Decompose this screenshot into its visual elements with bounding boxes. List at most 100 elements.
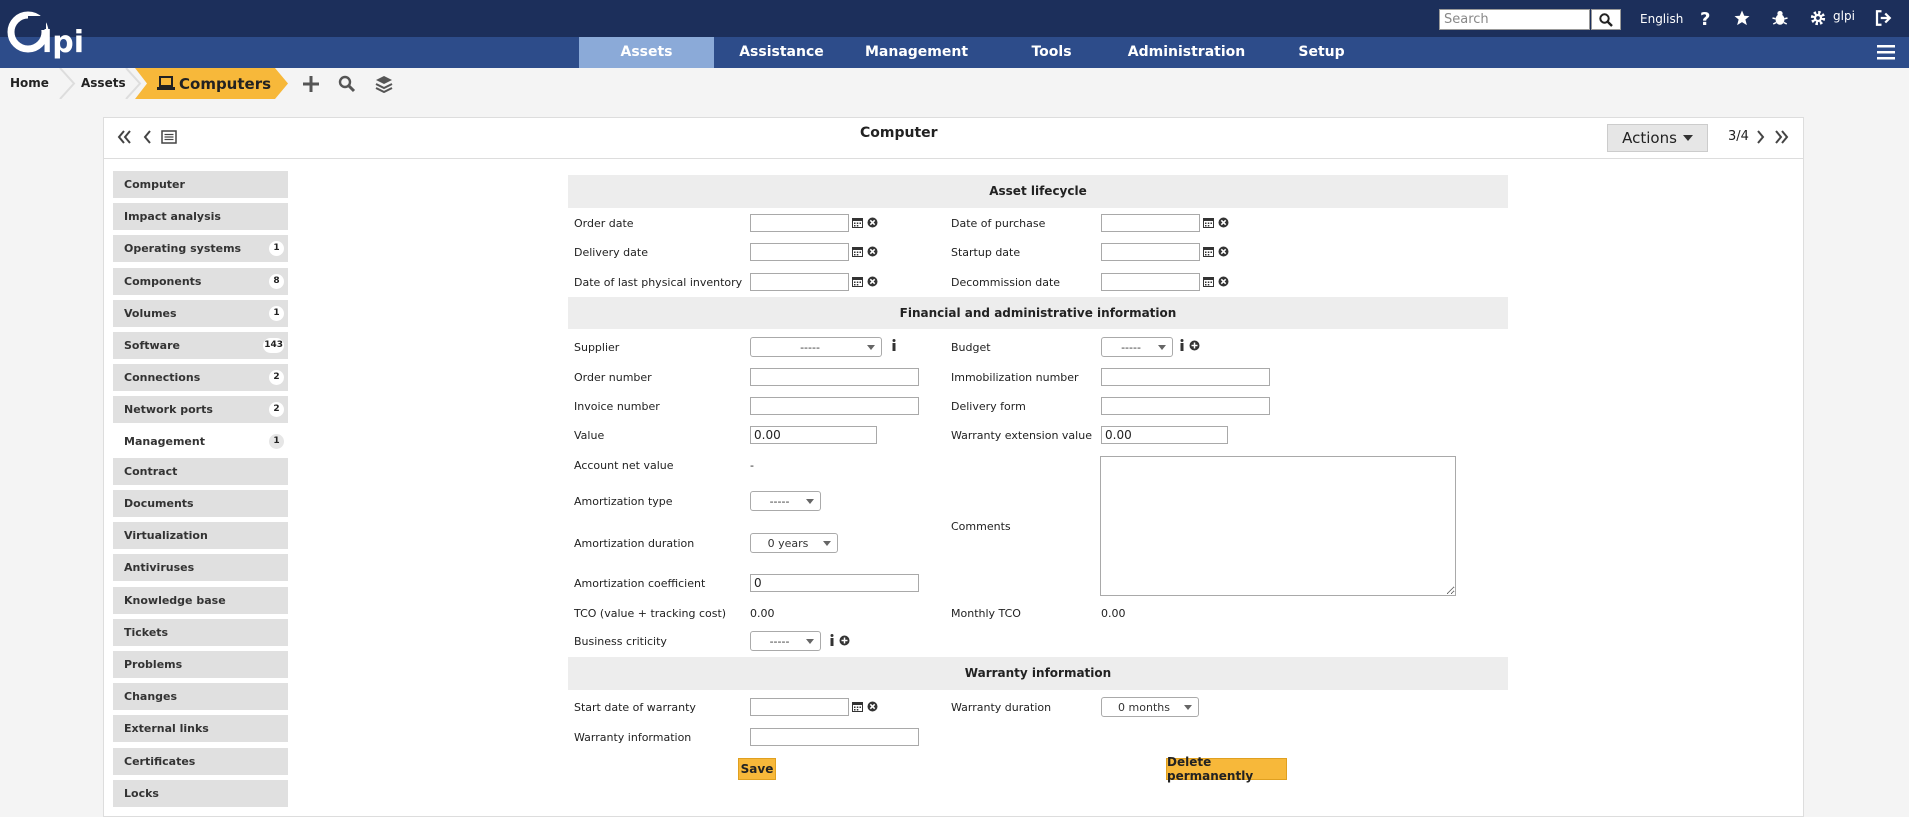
clear-icon[interactable]: [1217, 216, 1229, 228]
supplier-dropdown[interactable]: -----: [750, 337, 882, 357]
nav-assets[interactable]: Assets: [579, 37, 714, 68]
tab-problems[interactable]: Problems: [113, 651, 288, 678]
tab-tickets[interactable]: Tickets: [113, 619, 288, 646]
calendar-icon[interactable]: [851, 216, 863, 228]
amortization-duration-dropdown[interactable]: 0 years: [750, 533, 838, 553]
value-input[interactable]: [750, 426, 877, 444]
info-icon[interactable]: [828, 634, 836, 646]
tab-locks[interactable]: Locks: [113, 780, 288, 807]
tab-external-links[interactable]: External links: [113, 715, 288, 742]
clear-icon[interactable]: [866, 245, 878, 257]
tab-count-badge: 8: [269, 274, 284, 289]
breadcrumb-computers[interactable]: Computers: [179, 75, 271, 93]
user-menu[interactable]: glpi: [1833, 9, 1855, 23]
tab-changes[interactable]: Changes: [113, 683, 288, 710]
logout-icon[interactable]: [1873, 8, 1893, 28]
last-item-icon[interactable]: [1772, 128, 1790, 146]
nav-management[interactable]: Management: [849, 37, 984, 68]
decommission-date-input[interactable]: [1101, 273, 1200, 291]
tab-antiviruses[interactable]: Antiviruses: [113, 554, 288, 581]
add-circle-icon[interactable]: [1188, 339, 1200, 351]
gear-icon[interactable]: [1808, 8, 1828, 28]
startup-date-label: Startup date: [951, 246, 1021, 259]
actions-button[interactable]: Actions: [1607, 124, 1708, 152]
nav-setup[interactable]: Setup: [1254, 37, 1389, 68]
list-icon[interactable]: [160, 128, 178, 146]
tab-software[interactable]: Software 143: [113, 332, 288, 359]
delivery-date-input[interactable]: [750, 243, 849, 261]
startup-date-input[interactable]: [1101, 243, 1200, 261]
breadcrumb-home[interactable]: Home: [10, 76, 49, 90]
search-input[interactable]: [1439, 9, 1590, 30]
tab-operating-systems[interactable]: Operating systems 1: [113, 235, 288, 262]
help-icon[interactable]: ?: [1696, 8, 1716, 28]
next-item-icon[interactable]: [1751, 128, 1769, 146]
start-date-warranty-input[interactable]: [750, 698, 849, 716]
first-item-icon[interactable]: [116, 128, 134, 146]
nav-assistance[interactable]: Assistance: [714, 37, 849, 68]
date-of-purchase-input[interactable]: [1101, 214, 1200, 232]
tab-label: Impact analysis: [124, 210, 221, 223]
tab-connections[interactable]: Connections 2: [113, 364, 288, 391]
calendar-icon[interactable]: [851, 245, 863, 257]
previous-item-icon[interactable]: [139, 128, 157, 146]
calendar-icon[interactable]: [1202, 275, 1214, 287]
clear-icon[interactable]: [866, 275, 878, 287]
tab-management[interactable]: Management 1: [113, 428, 288, 455]
clear-icon[interactable]: [1217, 275, 1229, 287]
section-asset-lifecycle: Asset lifecycle: [568, 175, 1508, 208]
nav-tools[interactable]: Tools: [984, 37, 1119, 68]
amortization-duration-label: Amortization duration: [574, 537, 695, 550]
warranty-information-input[interactable]: [750, 728, 919, 746]
clear-icon[interactable]: [866, 700, 878, 712]
invoice-number-input[interactable]: [750, 397, 919, 415]
delivery-form-input[interactable]: [1101, 397, 1270, 415]
info-icon[interactable]: [1178, 339, 1186, 351]
immobilization-number-input[interactable]: [1101, 368, 1270, 386]
calendar-icon[interactable]: [1202, 245, 1214, 257]
tab-computer[interactable]: Computer: [113, 171, 288, 198]
order-date-input[interactable]: [750, 214, 849, 232]
amortization-type-dropdown[interactable]: -----: [750, 491, 821, 511]
chevron-down-icon: [867, 345, 875, 350]
layers-icon[interactable]: [374, 74, 394, 94]
nav-administration[interactable]: Administration: [1119, 37, 1254, 68]
tab-virtualization[interactable]: Virtualization: [113, 522, 288, 549]
warranty-duration-value: 0 months: [1118, 700, 1170, 714]
glpi-logo[interactable]: lpi: [6, 8, 98, 60]
tab-network-ports[interactable]: Network ports 2: [113, 396, 288, 423]
tab-certificates[interactable]: Certificates: [113, 748, 288, 775]
search-button[interactable]: [1591, 9, 1621, 30]
calendar-icon[interactable]: [851, 700, 863, 712]
tab-impact-analysis[interactable]: Impact analysis: [113, 203, 288, 230]
tab-components[interactable]: Components 8: [113, 268, 288, 295]
info-icon[interactable]: [888, 339, 900, 351]
comments-textarea[interactable]: [1100, 456, 1456, 596]
delete-permanently-button[interactable]: Delete permanently: [1166, 755, 1287, 783]
clear-icon[interactable]: [866, 216, 878, 228]
last-inventory-input[interactable]: [750, 273, 849, 291]
search-list-icon[interactable]: [337, 74, 357, 94]
tab-volumes[interactable]: Volumes 1: [113, 300, 288, 327]
calendar-icon[interactable]: [1202, 216, 1214, 228]
order-number-input[interactable]: [750, 368, 919, 386]
warranty-extension-value-input[interactable]: [1101, 426, 1228, 444]
budget-dropdown[interactable]: -----: [1101, 337, 1173, 357]
bug-icon[interactable]: [1770, 8, 1790, 28]
tab-contract[interactable]: Contract: [113, 458, 288, 485]
add-circle-icon[interactable]: [838, 634, 850, 646]
star-icon[interactable]: [1732, 8, 1752, 28]
save-button[interactable]: Save: [738, 758, 776, 780]
tab-knowledge-base[interactable]: Knowledge base: [113, 587, 288, 614]
hamburger-icon[interactable]: [1876, 42, 1896, 62]
language-selector[interactable]: English: [1640, 12, 1683, 26]
amortization-coefficient-input[interactable]: [750, 574, 919, 592]
calendar-icon[interactable]: [851, 275, 863, 287]
clear-icon[interactable]: [1217, 245, 1229, 257]
monthly-tco-value: 0.00: [1101, 607, 1126, 620]
business-criticity-dropdown[interactable]: -----: [750, 631, 821, 651]
warranty-duration-dropdown[interactable]: 0 months: [1101, 697, 1199, 717]
add-icon[interactable]: [301, 74, 321, 94]
tab-documents[interactable]: Documents: [113, 490, 288, 517]
breadcrumb-assets[interactable]: Assets: [81, 76, 126, 90]
